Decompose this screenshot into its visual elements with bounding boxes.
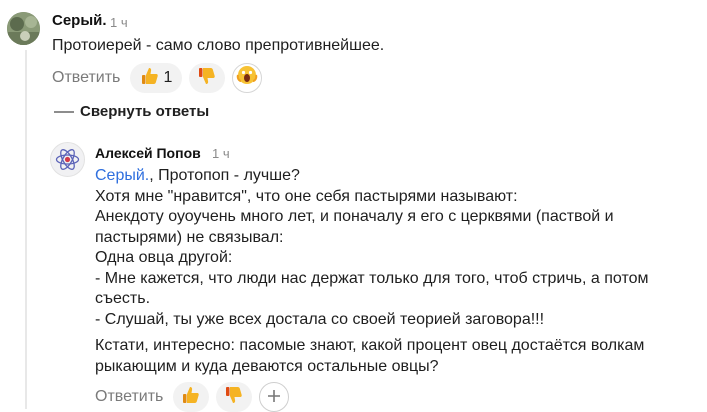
avatar[interactable] <box>7 12 40 45</box>
reaction-button[interactable] <box>232 63 263 93</box>
reply-time: 1 ч <box>212 146 230 161</box>
comment-actions: Ответить 1 <box>52 63 263 93</box>
reply-line: - Мне кажется, что люди нас держат тольк… <box>95 269 649 287</box>
reply-button[interactable]: Ответить <box>95 388 163 406</box>
thumbs-up-icon <box>181 385 201 410</box>
reply-first-line: , Протопоп - лучше? <box>149 167 300 184</box>
mention-link[interactable]: Серый. <box>95 167 149 184</box>
collapse-label: Свернуть ответы <box>80 103 210 120</box>
avatar[interactable] <box>50 142 85 177</box>
thumbs-up-icon <box>140 66 160 91</box>
dislike-button[interactable] <box>189 63 226 93</box>
collapse-dash <box>54 110 74 113</box>
atom-avatar-icon <box>51 149 84 176</box>
reply-line: Анекдоту оуоучень много лет, и поначалу … <box>95 208 614 225</box>
like-button[interactable]: 1 <box>130 63 183 93</box>
reply-actions: Ответить <box>95 382 290 412</box>
reply-line: Одна овца другой: <box>95 249 233 266</box>
screaming-face-icon <box>236 64 258 92</box>
reply-line: съесть. <box>95 290 151 307</box>
thumbs-down-icon <box>197 66 217 91</box>
reply-author[interactable]: Алексей Попов <box>95 145 201 161</box>
reply-line: Хотя мне "нравится", что оне себя пастыр… <box>95 187 518 205</box>
dislike-button[interactable] <box>216 382 253 412</box>
add-reaction-button[interactable] <box>259 382 290 412</box>
like-button[interactable] <box>173 382 210 412</box>
thumbs-down-icon <box>224 385 244 410</box>
reply-text: Серый., Протопоп - лучше? <box>95 166 300 187</box>
reply-line: рыкающим и куда деваются остальные овцы? <box>95 357 439 375</box>
reply-line: Кстати, интересно: пасомые знают, какой … <box>95 337 645 354</box>
reply-line: - Слушай, ты уже всех достала со своей т… <box>95 310 545 328</box>
thread-line <box>25 50 27 409</box>
plus-icon <box>267 386 281 409</box>
reply-line: пастырями) не связывал: <box>95 228 284 246</box>
comment-time: 1 ч <box>110 15 128 30</box>
collapse-replies-button[interactable]: Свернуть ответы <box>54 103 209 120</box>
comment-author[interactable]: Серый. <box>52 12 107 29</box>
like-count: 1 <box>163 69 173 86</box>
comment-text: Протоиерей - само слово препротивнейшее. <box>52 37 385 54</box>
reply-button[interactable]: Ответить <box>52 69 120 87</box>
